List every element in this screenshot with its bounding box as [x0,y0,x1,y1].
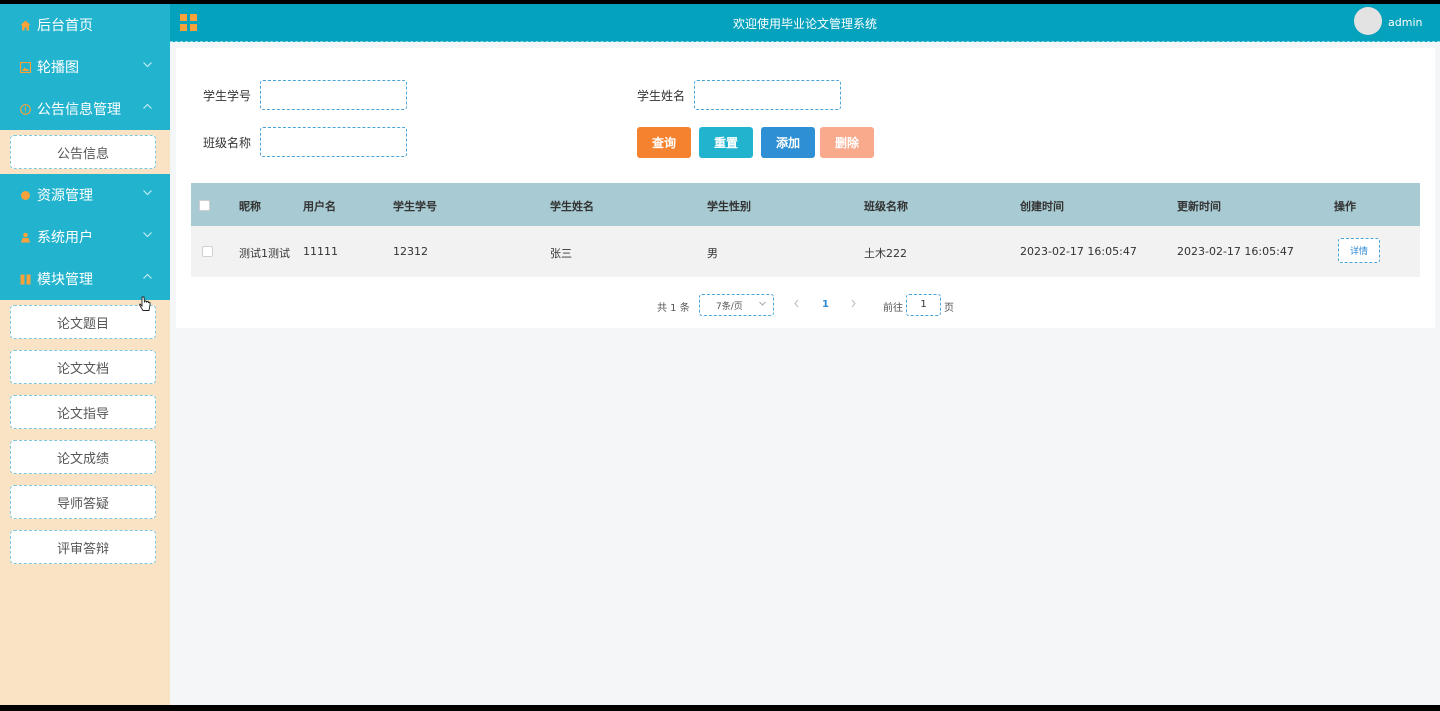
cell-student-name: 张三 [550,247,572,260]
top-header: 欢迎使用毕业论文管理系统 admin [170,4,1440,42]
page-size-value: 7条/页 [716,301,743,312]
sidebar-subitem-thesis-document[interactable]: 论文文档 [10,350,156,384]
app-frame: 后台首页 轮播图 公告信息管理 公告信息 资源管理 系统用户 模块管理 论文题目… [0,4,1440,705]
sidebar-subitem-thesis-score[interactable]: 论文成绩 [10,440,156,474]
cell-student-id: 12312 [393,245,428,258]
main-panel: 学生学号 学生姓名 班级名称 查询 重置 添加 删除 昵称 用户名 学生学号 学… [176,48,1435,328]
sidebar-item-label: 系统用户 [37,230,93,246]
chevron-down-icon [142,229,153,243]
column-header: 班级名称 [864,200,908,213]
user-icon [18,230,32,244]
column-header: 学生性别 [707,200,751,213]
detail-button[interactable]: 详情 [1338,238,1380,263]
sidebar-item-resource-mgmt[interactable]: 资源管理 [0,174,170,216]
sidebar-subitem-thesis-topic[interactable]: 论文题目 [10,305,156,339]
chevron-up-icon [142,271,153,285]
page-title: 欢迎使用毕业论文管理系统 [732,17,877,31]
sidebar-item-system-users[interactable]: 系统用户 [0,216,170,258]
cell-class-name: 土木222 [864,247,907,260]
sidebar-item-label: 资源管理 [37,188,93,204]
info-icon [18,102,32,116]
sidebar-item-label: 公告信息管理 [37,102,121,118]
sidebar-subitem-review-defense[interactable]: 评审答辩 [10,530,156,564]
student-name-input[interactable] [694,80,841,110]
cell-username: 11111 [303,245,338,258]
reset-button[interactable]: 重置 [699,127,753,158]
image-icon [18,60,32,74]
home-icon [18,18,32,32]
submenu-module: 论文题目 论文文档 论文指导 论文成绩 导师答疑 评审答辩 [0,300,170,569]
delete-button[interactable]: 删除 [820,127,874,158]
goto-label: 前往 [883,303,903,314]
module-icon [18,272,32,286]
page-suffix: 页 [944,303,954,314]
column-header: 创建时间 [1020,200,1064,213]
sidebar-item-announcement-mgmt[interactable]: 公告信息管理 [0,88,170,130]
sidebar-item-home[interactable]: 后台首页 [0,4,170,46]
current-page[interactable]: 1 [822,299,829,310]
sidebar-item-label: 轮播图 [37,60,79,76]
next-page-icon[interactable] [849,298,858,312]
cell-updated-time: 2023-02-17 16:05:47 [1177,245,1294,258]
student-id-input[interactable] [260,80,407,110]
table-row[interactable]: 测试1测试 11111 12312 张三 男 土木222 2023-02-17 … [191,226,1420,277]
column-header: 操作 [1334,200,1356,213]
query-button[interactable]: 查询 [637,127,691,158]
sidebar-subitem-thesis-guidance[interactable]: 论文指导 [10,395,156,429]
class-name-input[interactable] [260,127,407,157]
table-header: 昵称 用户名 学生学号 学生姓名 学生性别 班级名称 创建时间 更新时间 操作 [191,183,1420,226]
data-table: 昵称 用户名 学生学号 学生姓名 学生性别 班级名称 创建时间 更新时间 操作 … [191,183,1420,277]
column-header: 学生学号 [393,200,437,213]
total-count: 共 1 条 [657,303,690,314]
cell-gender: 男 [707,247,718,260]
resource-icon [18,188,32,202]
mouse-cursor-icon [138,296,151,316]
submenu-announcement: 公告信息 [0,130,170,174]
sidebar-item-module-mgmt[interactable]: 模块管理 [0,258,170,300]
class-name-label: 班级名称 [203,136,252,150]
prev-page-icon[interactable] [792,298,801,312]
goto-page-input[interactable]: 1 [906,294,941,316]
sidebar-item-carousel[interactable]: 轮播图 [0,46,170,88]
cell-nickname: 测试1测试 [239,247,290,260]
column-header: 学生姓名 [550,200,594,213]
sidebar-item-label: 模块管理 [37,272,93,288]
chevron-down-icon [142,187,153,201]
avatar[interactable] [1354,7,1382,35]
select-all-checkbox[interactable] [199,200,210,211]
username[interactable]: admin [1388,16,1422,29]
sidebar: 后台首页 轮播图 公告信息管理 公告信息 资源管理 系统用户 模块管理 论文题目… [0,4,170,705]
column-header: 昵称 [239,200,261,213]
sidebar-item-label: 后台首页 [37,18,93,34]
chevron-up-icon [142,101,153,115]
chevron-down-icon [142,59,153,73]
add-button[interactable]: 添加 [761,127,815,158]
student-id-label: 学生学号 [203,89,252,103]
row-checkbox[interactable] [202,246,213,257]
column-header: 更新时间 [1177,200,1221,213]
sidebar-subitem-tutor-qa[interactable]: 导师答疑 [10,485,156,519]
column-header: 用户名 [303,200,336,213]
cell-created-time: 2023-02-17 16:05:47 [1020,245,1137,258]
sidebar-subitem-announcement[interactable]: 公告信息 [10,135,156,169]
pagination: 共 1 条 7条/页 1 前往 1 页 [176,294,1435,316]
student-name-label: 学生姓名 [637,89,686,103]
chevron-down-icon [758,299,767,311]
page-size-select[interactable]: 7条/页 [699,294,774,316]
bottom-bar [0,705,1440,711]
